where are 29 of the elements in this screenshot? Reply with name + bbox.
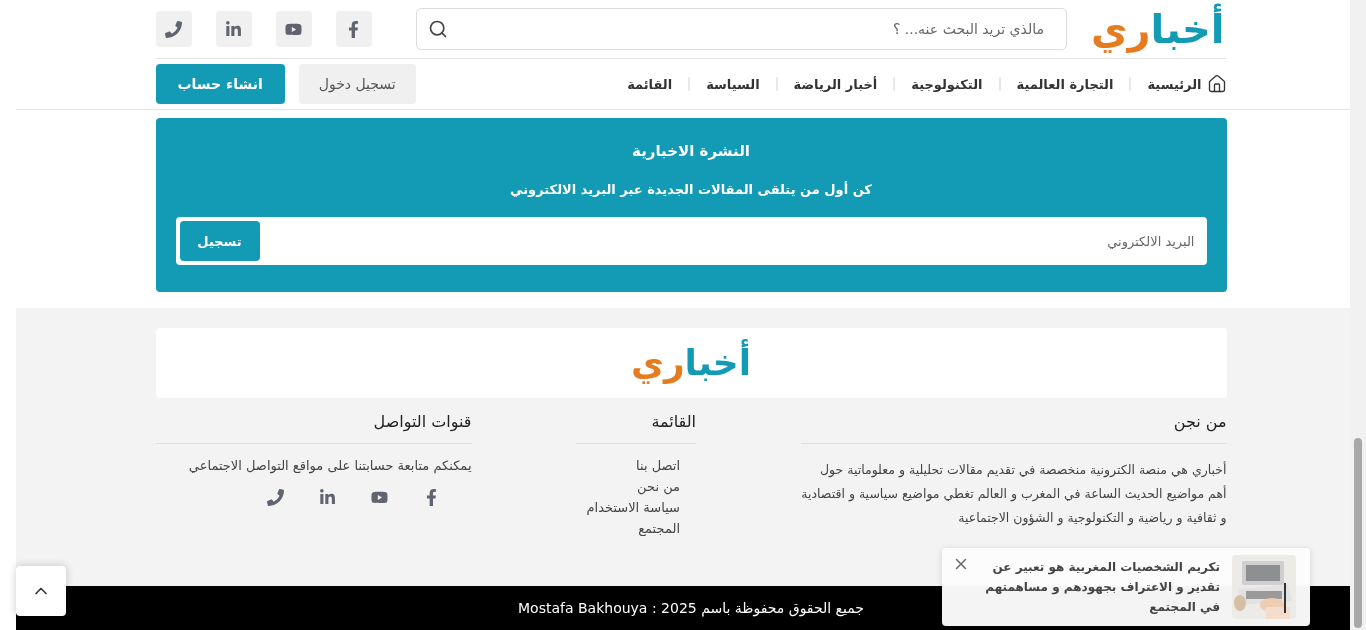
newsletter-title: النشرة الاخبارية <box>632 142 750 160</box>
nav-link[interactable]: الرئيسية <box>1147 74 1227 94</box>
phone-icon[interactable] <box>155 11 192 47</box>
login-button[interactable]: تسجيل دخول <box>298 64 416 104</box>
search-icon[interactable] <box>427 19 448 39</box>
column-title: قنوات التواصل <box>155 412 472 444</box>
nav-link[interactable]: السياسة <box>706 76 760 92</box>
footer-link[interactable]: المجتمع <box>576 521 680 536</box>
nav-link[interactable]: التجارة العالمية <box>1016 76 1114 92</box>
youtube-icon[interactable] <box>275 11 312 47</box>
notification-text: تكريم الشخصيات المغربية هو تعبير عن تقدير و الاعتراف بجهودهم و مساهمتهم في المجتمع <box>984 559 1220 616</box>
contact-text: يمكنكم متابعة حسابتنا على مواقع التواصل الاجتماعي <box>187 458 472 473</box>
footer-link[interactable]: اتصل بنا <box>576 458 680 473</box>
footer-link[interactable]: من نحن <box>576 479 680 494</box>
search-field[interactable]: مالذي تريد البحث عنه... ؟ <box>415 8 1067 50</box>
column-title: من نجن <box>800 412 1227 444</box>
footer-link[interactable]: سياسة الاستخدام <box>576 500 680 515</box>
nav-link[interactable]: أخبار الرياضة <box>793 76 878 92</box>
newsletter-subtitle: كن أول من يتلقى المقالات الجديدة عبر البريد الالكتروني <box>510 182 872 197</box>
facebook-icon[interactable] <box>335 11 372 47</box>
notification-toast[interactable]: تكريم الشخصيات المغربية هو تعبير عن تقدير و الاعتراف بجهودهم و مساهمتهم في المجتمع <box>942 548 1310 626</box>
column-title: القائمة <box>576 412 696 444</box>
about-text: أخباري هي منصة الكترونية منخصصة في تقديم مقالات تحليلية و معلوماتية حول أهم مواضيع الحديث الساعة في المغرب و العالم تغطي مواضيع سياسية و اقتصادية و ثقافية و رياضية و التكنولوجية و الشؤون الاجتماعية <box>800 460 1227 528</box>
nav-link[interactable]: التكنولوجية <box>911 76 983 92</box>
copyright-text: جميع الحقوق محفوظة باسم 2025 : Mostafa Bakhouya <box>518 600 864 616</box>
home-icon <box>1206 74 1227 94</box>
scrollbar[interactable] <box>1350 0 1366 630</box>
linkedin-icon[interactable] <box>215 11 252 47</box>
nav-link[interactable]: القائمة <box>627 76 673 92</box>
